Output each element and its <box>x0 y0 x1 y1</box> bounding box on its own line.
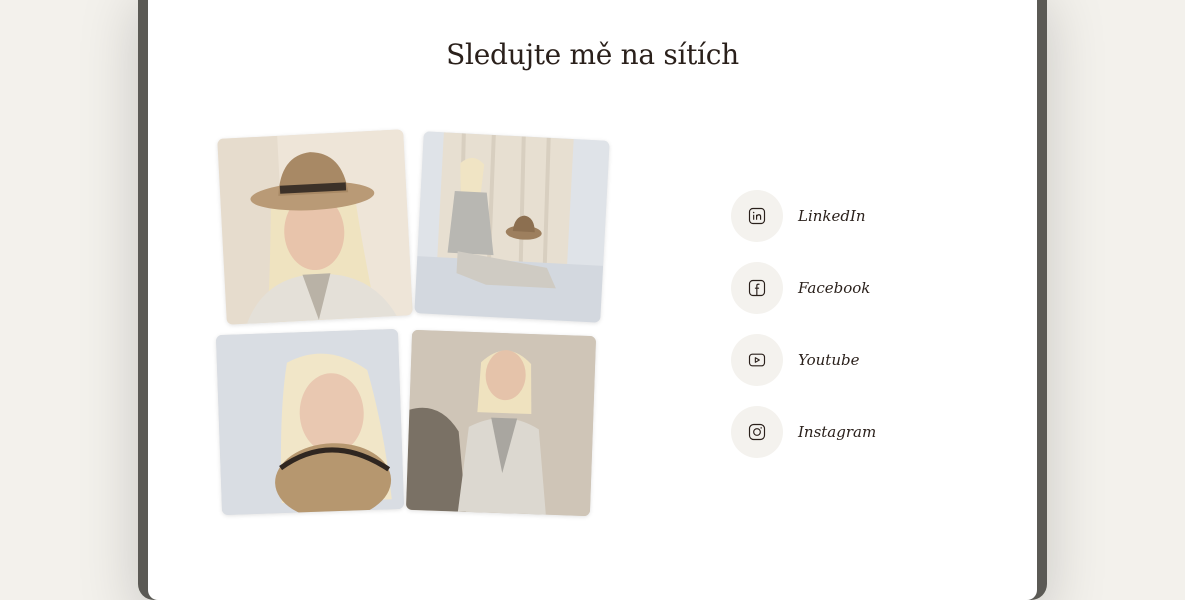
youtube-icon <box>748 353 766 367</box>
social-label-instagram: Instagram <box>798 423 877 441</box>
social-label-facebook: Facebook <box>798 279 871 297</box>
instagram-icon-badge <box>731 406 783 458</box>
photo-woman-seated-with-hat <box>414 131 610 323</box>
social-link-linkedin[interactable]: LinkedIn <box>731 190 876 242</box>
social-label-linkedin: LinkedIn <box>798 207 866 225</box>
photo-woman-standing-blazer <box>405 329 597 517</box>
linkedin-icon-badge <box>731 190 783 242</box>
photo-woman-hat-portrait <box>217 129 413 325</box>
social-link-facebook[interactable]: Facebook <box>731 262 876 314</box>
linkedin-icon <box>748 207 766 225</box>
youtube-icon-badge <box>731 334 783 386</box>
section-title: Sledujte mě na sítích <box>446 38 739 71</box>
social-links: LinkedIn Facebook Youtube Instagram <box>731 190 876 478</box>
instagram-icon <box>748 423 766 441</box>
social-link-youtube[interactable]: Youtube <box>731 334 876 386</box>
social-link-instagram[interactable]: Instagram <box>731 406 876 458</box>
facebook-icon <box>748 279 766 297</box>
facebook-icon-badge <box>731 262 783 314</box>
social-label-youtube: Youtube <box>798 351 860 369</box>
photo-woman-holding-hat <box>215 328 405 516</box>
